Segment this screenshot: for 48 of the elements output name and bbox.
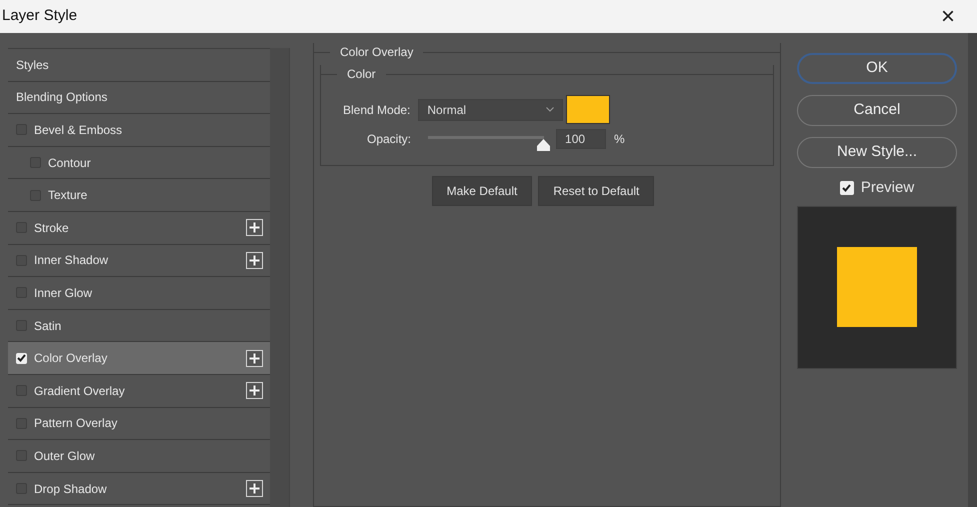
section-title: Color Overlay (339, 44, 414, 61)
style-list-item[interactable]: Color Overlay (8, 342, 270, 375)
blend-mode-dropdown[interactable]: Normal (418, 98, 564, 120)
dialog-button[interactable]: New Style... (797, 137, 957, 168)
style-label: Satin (34, 318, 62, 335)
opacity-slider[interactable] (425, 136, 550, 152)
style-label: Stroke (34, 220, 69, 237)
style-label: Gradient Overlay (34, 382, 125, 400)
add-button[interactable] (246, 350, 263, 367)
panel-button[interactable]: Make Default (432, 176, 532, 206)
style-label: Inner Glow (34, 284, 92, 302)
color-swatch[interactable] (566, 95, 610, 124)
style-list-item[interactable]: Drop Shadow (8, 472, 270, 506)
slider-thumb[interactable] (537, 139, 550, 151)
style-list-item[interactable]: Inner Shadow (8, 244, 270, 278)
unit-label: % (614, 131, 625, 148)
style-label: Outer Glow (34, 448, 95, 465)
add-button[interactable] (246, 480, 263, 498)
style-label: Inner Shadow (34, 252, 108, 270)
plus-icon (249, 222, 260, 234)
group-title: Color (346, 66, 377, 83)
style-list-item[interactable]: Pattern Overlay (8, 408, 270, 440)
style-list-item[interactable]: Blending Options (8, 82, 270, 114)
field-label: Blend Mode: (343, 102, 410, 118)
plus-icon (249, 483, 260, 494)
style-label: Bevel & Emboss (34, 122, 122, 139)
plus-icon (249, 352, 260, 364)
add-button[interactable] (246, 219, 263, 236)
style-label: Blending Options (16, 89, 108, 106)
style-label: Pattern Overlay (34, 415, 118, 432)
caret-icon (546, 107, 554, 112)
style-label: Styles (16, 56, 49, 74)
opacity-field[interactable]: 100 (556, 129, 606, 149)
checkbox-label: Preview (860, 178, 914, 198)
window-title: Layer Style (1, 6, 78, 26)
dialog-button[interactable]: Cancel (797, 95, 957, 126)
field-label: Opacity: (367, 131, 412, 148)
style-label: Texture (48, 187, 88, 204)
close-button[interactable]: × (930, 4, 977, 28)
style-label: Contour (48, 154, 91, 172)
plus-icon (249, 385, 260, 396)
add-button[interactable] (246, 382, 263, 400)
add-button[interactable] (246, 252, 263, 269)
dialog-button[interactable]: OK (797, 53, 957, 84)
panel-button[interactable]: Reset to Default (538, 176, 654, 206)
plus-icon (249, 254, 260, 266)
style-label: Drop Shadow (34, 480, 107, 498)
style-label: Color Overlay (34, 350, 108, 368)
